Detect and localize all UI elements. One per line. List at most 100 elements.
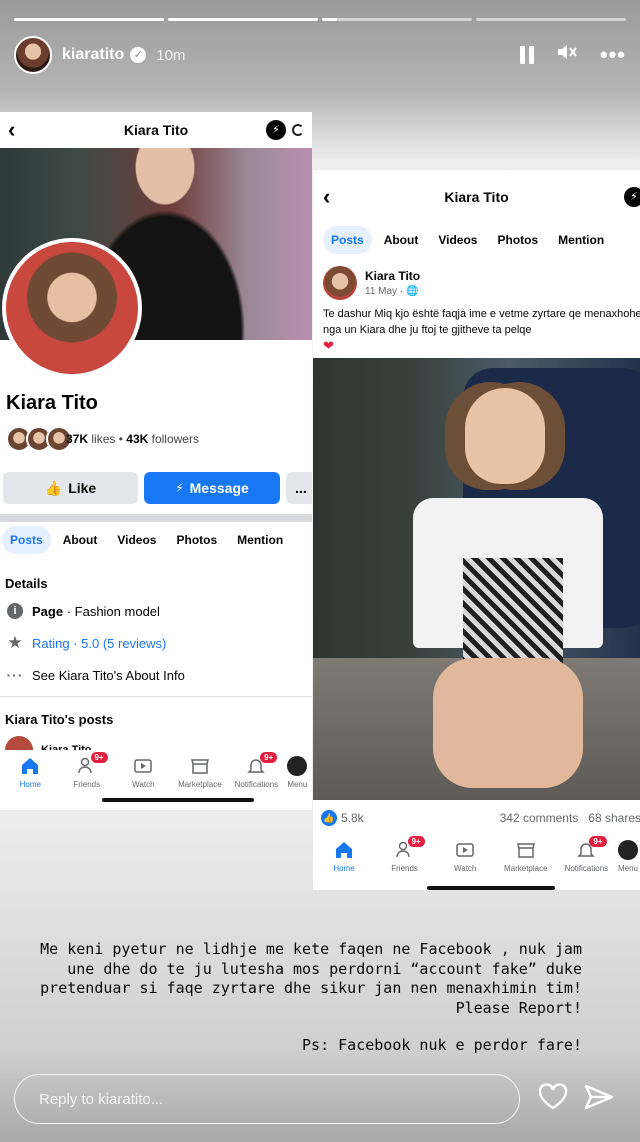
message-button[interactable]: ⚡ Message [144, 472, 280, 504]
home-indicator [427, 886, 555, 890]
nav-label: Watch [454, 864, 477, 873]
nav-home[interactable]: Home [2, 756, 59, 789]
tab-videos[interactable]: Videos [109, 526, 164, 554]
bottom-navigation: Home 9+ Friends Watch Marketplace 9+ Not… [313, 834, 640, 882]
tab-posts[interactable]: Posts [323, 226, 372, 254]
friends-badge: 9+ [407, 836, 425, 847]
home-indicator [102, 798, 254, 802]
messenger-bolt-icon: ⚡ [175, 481, 184, 495]
nav-label: Home [333, 864, 355, 873]
likes-count: 37K [66, 432, 89, 446]
like-button[interactable]: 👍 Like [3, 472, 138, 504]
caption-line: pretenduar si faqe zyrtare dhe sikur jan… [40, 979, 582, 997]
detail-about-info[interactable]: ··· See Kiara Tito's About Info [6, 666, 185, 684]
more-icon[interactable]: ••• [600, 42, 626, 68]
tab-posts[interactable]: Posts [2, 526, 51, 554]
back-icon[interactable]: ‹ [8, 117, 15, 143]
tab-mentions[interactable]: Mention [229, 526, 291, 554]
facebook-post-screenshot: ‹ Kiara Tito ⚡ Posts About Videos Photos… [313, 170, 640, 890]
messenger-icon[interactable]: ⚡ [266, 120, 286, 140]
nav-marketplace[interactable]: Marketplace [172, 756, 229, 789]
tab-about[interactable]: About [55, 526, 106, 554]
tab-photos[interactable]: Photos [489, 226, 546, 254]
mute-icon[interactable] [556, 42, 578, 68]
photo-legs [433, 658, 583, 788]
nav-notifications[interactable]: 9+ Notifications [557, 836, 615, 873]
facebook-top-bar: ‹ Kiara Tito ⚡ [0, 112, 312, 148]
post-author[interactable]: Kiara Tito [365, 269, 420, 283]
caption-ps: Ps: Facebook nuk e perdor fare! [302, 1036, 582, 1054]
post-body: Te dashur Miq kjo është faqja ime e vetm… [323, 308, 640, 336]
nav-watch[interactable]: Watch [115, 756, 172, 789]
post-date: 11 May · 🌐 [365, 286, 420, 297]
globe-icon: 🌐 [405, 286, 419, 297]
info-icon: i [7, 603, 23, 619]
tab-videos[interactable]: Videos [430, 226, 485, 254]
about-info-link[interactable]: See Kiara Tito's About Info [32, 668, 185, 683]
watch-icon [456, 843, 474, 857]
progress-segment-current [322, 18, 472, 21]
home-icon [336, 842, 352, 858]
page-category: · Fashion model [66, 603, 160, 619]
details-heading: Details [5, 576, 48, 591]
story-header: kiaratito ✓ 10m ••• [14, 36, 626, 74]
more-actions-button[interactable]: ... [286, 472, 312, 504]
comments-count[interactable]: 342 comments [500, 811, 579, 825]
caption-line: Please Report! [455, 998, 582, 1017]
nav-menu[interactable]: Menu [617, 840, 638, 873]
home-icon [22, 758, 39, 774]
page-label: Page [32, 603, 64, 619]
loading-spinner-icon [292, 124, 304, 136]
nav-notifications[interactable]: 9+ Notifications [228, 752, 285, 789]
nav-marketplace[interactable]: Marketplace [497, 840, 555, 873]
reply-input[interactable]: Reply to kiaratito... [14, 1074, 520, 1124]
profile-picture [2, 238, 142, 378]
verified-badge-icon: ✓ [130, 47, 147, 63]
marketplace-icon [516, 843, 535, 858]
nav-home[interactable]: Home [315, 840, 373, 873]
messenger-icon[interactable]: ⚡ [624, 187, 640, 207]
pause-icon[interactable] [519, 46, 534, 64]
avatar[interactable] [14, 36, 52, 74]
reactions-row: 👍 5.8k 342 comments 68 shares [321, 810, 640, 826]
nav-label: Home [19, 780, 41, 789]
facebook-top-bar: ‹ Kiara Tito ⚡ [313, 170, 640, 224]
post-header: Kiara Tito 11 May · 🌐 [323, 266, 420, 300]
rating-text[interactable]: Rating · 5.0 (5 reviews) [32, 636, 166, 651]
facebook-page-screenshot: ‹ Kiara Tito ⚡ Kiara Tito 37K likes • 43… [0, 112, 312, 810]
tab-mentions[interactable]: Mention [550, 226, 612, 254]
marketplace-icon [190, 759, 209, 774]
nav-friends[interactable]: 9+ Friends [59, 752, 116, 789]
avatar[interactable] [323, 266, 357, 300]
nav-label: Friends [73, 780, 101, 789]
followers-count: 43K [126, 432, 149, 446]
notifications-badge: 9+ [260, 752, 278, 763]
shares-count[interactable]: 68 shares [588, 811, 640, 825]
section-divider [0, 514, 312, 522]
tab-about[interactable]: About [376, 226, 427, 254]
page-tabs: Posts About Videos Photos Mention [323, 226, 612, 254]
tab-photos[interactable]: Photos [168, 526, 225, 554]
nav-watch[interactable]: Watch [436, 840, 494, 873]
post-photo[interactable] [313, 358, 640, 800]
caption-line: une dhe do te ju lutesha mos perdorni “a… [67, 959, 582, 978]
page-name: Kiara Tito [6, 392, 98, 414]
nav-friends[interactable]: 9+ Friends [376, 836, 434, 873]
heart-icon[interactable] [536, 1080, 570, 1114]
posts-heading: Kiara Tito's posts [5, 712, 114, 727]
send-icon[interactable] [582, 1080, 616, 1114]
nav-menu[interactable]: Menu [285, 756, 310, 789]
friends-badge: 9+ [90, 752, 108, 763]
nav-label: Marketplace [503, 864, 548, 873]
back-icon[interactable]: ‹ [323, 184, 330, 210]
reaction-count[interactable]: 5.8k [341, 811, 364, 825]
story-username[interactable]: kiaratito [62, 46, 124, 64]
story-time: 10m [156, 46, 186, 64]
detail-rating[interactable]: ★ Rating · 5.0 (5 reviews) [6, 633, 166, 652]
separator-dot: • [118, 432, 123, 446]
menu-avatar-icon [287, 756, 308, 776]
star-icon: ★ [7, 633, 23, 652]
like-button-label: Like [68, 480, 97, 496]
caption-line: Me keni pyetur ne lidhje me kete faqen n… [40, 940, 582, 958]
dots-icon: ··· [6, 667, 24, 683]
